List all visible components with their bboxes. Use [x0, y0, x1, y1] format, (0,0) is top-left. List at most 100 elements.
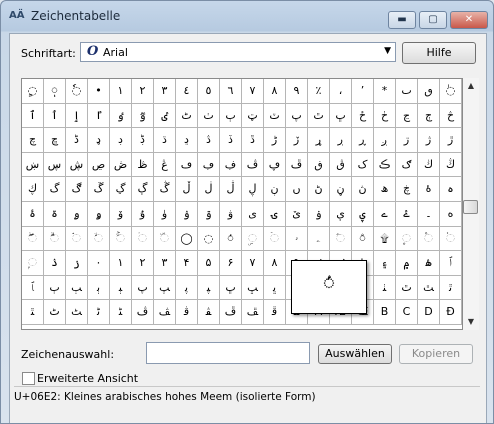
- character-cell[interactable]: ټ: [242, 103, 264, 129]
- character-cell[interactable]: ﭧ: [66, 300, 88, 325]
- character-cell[interactable]: ڼ: [330, 177, 352, 202]
- close-button[interactable]: ✕: [450, 11, 488, 29]
- character-cell[interactable]: ڦ: [286, 152, 308, 178]
- character-cell[interactable]: ۑ: [352, 201, 374, 227]
- character-cell[interactable]: ں: [286, 177, 308, 202]
- character-cell[interactable]: ې: [330, 201, 352, 227]
- title-bar[interactable]: AÄ Zeichentabelle ▬ ▢ ✕: [1, 1, 493, 33]
- character-cell[interactable]: ﭜ: [264, 275, 286, 301]
- character-cell[interactable]: ڴ: [154, 177, 176, 202]
- character-cell[interactable]: ﭮ: [220, 300, 242, 325]
- character-cell[interactable]: ۱: [110, 251, 132, 276]
- character-cell[interactable]: ڭ: [440, 152, 462, 178]
- character-cell[interactable]: ◌ٰ: [440, 79, 462, 104]
- character-cell[interactable]: ڜ: [66, 152, 88, 178]
- character-cell[interactable]: ڏ: [220, 128, 242, 153]
- character-cell[interactable]: ۵: [198, 251, 220, 276]
- character-cell[interactable]: ٸ: [154, 103, 176, 129]
- character-cell[interactable]: ڋ: [132, 128, 154, 153]
- character-cell[interactable]: ◌ۜ: [154, 226, 176, 252]
- character-cell[interactable]: ٣: [154, 79, 176, 104]
- character-cell[interactable]: ٯ: [418, 79, 440, 104]
- character-cell[interactable]: ﭢ: [396, 275, 418, 301]
- character-cell[interactable]: ڷ: [220, 177, 242, 202]
- character-cell[interactable]: ۶: [220, 251, 242, 276]
- character-cell[interactable]: ۍ: [264, 201, 286, 227]
- character-cell[interactable]: ◌: [198, 226, 220, 252]
- character-cell[interactable]: ڛ: [44, 152, 66, 178]
- character-cell[interactable]: •: [88, 79, 110, 104]
- character-cell[interactable]: ٹ: [176, 103, 198, 129]
- font-dropdown[interactable]: O Arial ▼: [80, 42, 396, 62]
- character-cell[interactable]: ڡ: [176, 152, 198, 178]
- character-cell[interactable]: ڻ: [308, 177, 330, 202]
- character-cell[interactable]: ◌ۙ: [88, 226, 110, 252]
- character-cell[interactable]: ٷ: [132, 103, 154, 129]
- character-cell[interactable]: ێ: [286, 201, 308, 227]
- character-cell[interactable]: ڲ: [110, 177, 132, 202]
- character-cell[interactable]: ﭑ: [22, 275, 44, 301]
- character-cell[interactable]: ◌۫: [418, 226, 440, 252]
- character-cell[interactable]: ڵ: [176, 177, 198, 202]
- character-cell[interactable]: B: [374, 300, 396, 325]
- character-cell[interactable]: ڱ: [88, 177, 110, 202]
- character-cell[interactable]: ﭖ: [132, 275, 154, 301]
- character-cell[interactable]: ٤: [176, 79, 198, 104]
- character-cell[interactable]: ﭭ: [198, 300, 220, 325]
- character-cell[interactable]: ﭬ: [176, 300, 198, 325]
- character-cell[interactable]: ڃ: [396, 103, 418, 129]
- character-cell[interactable]: ﭡ: [374, 275, 396, 301]
- character-cell[interactable]: ٲ: [44, 103, 66, 129]
- character-cell[interactable]: ﭘ: [176, 275, 198, 301]
- maximize-button[interactable]: ▢: [419, 11, 447, 29]
- character-cell[interactable]: ڄ: [418, 103, 440, 129]
- character-cell[interactable]: ۔: [418, 201, 440, 227]
- character-cell[interactable]: ډ: [88, 128, 110, 153]
- character-cell[interactable]: *: [374, 79, 396, 104]
- character-cell[interactable]: ە: [440, 201, 462, 227]
- character-cell[interactable]: ﭣ: [418, 275, 440, 301]
- character-cell[interactable]: ۾: [396, 251, 418, 276]
- character-cell[interactable]: ڧ: [308, 152, 330, 178]
- character-cell[interactable]: ڂ: [374, 103, 396, 129]
- character-cell[interactable]: ڥ: [264, 152, 286, 178]
- character-cell[interactable]: ﭛ: [242, 275, 264, 301]
- character-cell[interactable]: ڞ: [110, 152, 132, 178]
- character-cell[interactable]: ڢ: [198, 152, 220, 178]
- character-cell[interactable]: ڀ: [330, 103, 352, 129]
- character-cell[interactable]: ٧: [242, 79, 264, 104]
- character-cell[interactable]: ۉ: [176, 201, 198, 227]
- character-cell[interactable]: ﭐ: [440, 251, 462, 276]
- character-cell[interactable]: ٥: [198, 79, 220, 104]
- character-cell[interactable]: ړ: [308, 128, 330, 153]
- character-cell[interactable]: ۷: [242, 251, 264, 276]
- character-cell[interactable]: ﭫ: [154, 300, 176, 325]
- advanced-view-checkbox[interactable]: [22, 372, 35, 385]
- character-cell[interactable]: ﭒ: [44, 275, 66, 301]
- minimize-button[interactable]: ▬: [388, 11, 416, 29]
- character-cell[interactable]: ک: [352, 152, 374, 178]
- character-cell[interactable]: ۲: [132, 251, 154, 276]
- character-cell[interactable]: Ð: [440, 300, 462, 325]
- character-cell[interactable]: ۮ: [44, 251, 66, 276]
- character-cell[interactable]: ڨ: [330, 152, 352, 178]
- character-cell[interactable]: ۄ: [66, 201, 88, 227]
- character-cell[interactable]: ڟ: [132, 152, 154, 178]
- character-cell[interactable]: ٶ: [110, 103, 132, 129]
- character-cell[interactable]: ے: [374, 201, 396, 227]
- character-cell[interactable]: پ: [286, 103, 308, 129]
- character-cell[interactable]: ٻ: [220, 103, 242, 129]
- character-cell[interactable]: ڽ: [352, 177, 374, 202]
- character-cell[interactable]: ٨: [264, 79, 286, 104]
- character-cell[interactable]: ﭥ: [22, 300, 44, 325]
- character-cell[interactable]: ۂ: [22, 201, 44, 227]
- character-cell[interactable]: ٮ: [396, 79, 418, 104]
- character-cell[interactable]: ۳: [154, 251, 176, 276]
- character-cell[interactable]: ڔ: [330, 128, 352, 153]
- character-cell[interactable]: ٵ: [88, 103, 110, 129]
- character-cell[interactable]: ﭨ: [88, 300, 110, 325]
- character-cell[interactable]: ڹ: [264, 177, 286, 202]
- character-cell[interactable]: ڣ: [220, 152, 242, 178]
- character-cell[interactable]: ٳ: [66, 103, 88, 129]
- grid-scrollbar[interactable]: ▲ ▼: [463, 78, 479, 330]
